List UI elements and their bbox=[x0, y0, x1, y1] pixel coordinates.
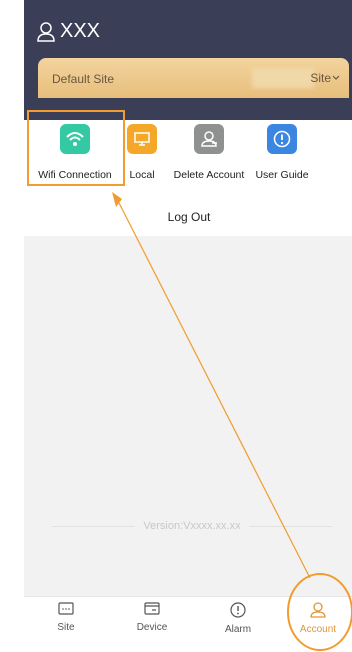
info-bubble-icon bbox=[267, 124, 297, 154]
divider bbox=[248, 525, 333, 527]
divider bbox=[52, 525, 136, 527]
account-header: XXX Default Site Site bbox=[24, 0, 352, 120]
monitor-icon bbox=[127, 124, 157, 154]
user-guide-tile[interactable]: User Guide bbox=[254, 120, 310, 181]
blurred-site-name bbox=[252, 68, 314, 88]
chevron-down-icon bbox=[332, 75, 340, 80]
device-icon bbox=[144, 602, 160, 615]
nav-device[interactable]: Device bbox=[122, 601, 182, 633]
account-icon bbox=[310, 602, 326, 618]
delete-account-tile[interactable]: Delete Account bbox=[170, 120, 248, 181]
version-text: Version:Vxxxx.xx.xx bbox=[143, 520, 241, 532]
alarm-icon bbox=[230, 602, 246, 618]
default-site-label: Default Site bbox=[52, 72, 115, 86]
site-selector-label: Site bbox=[310, 71, 331, 85]
nav-alarm-label: Alarm bbox=[224, 624, 252, 635]
user-name: XXX bbox=[60, 20, 101, 42]
version-row: Version:Vxxxx.xx.xx bbox=[52, 518, 333, 534]
nav-account-label: Account bbox=[299, 624, 337, 635]
user-icon bbox=[37, 21, 55, 42]
user-row: XXX bbox=[36, 20, 100, 43]
user-guide-label: User Guide bbox=[255, 169, 309, 181]
nav-site-label: Site bbox=[57, 622, 75, 633]
local-label: Local bbox=[129, 169, 155, 181]
logout-button[interactable]: Log Out bbox=[24, 198, 352, 236]
highlight-box bbox=[27, 110, 125, 186]
bottom-nav: Site Device Alarm Account bbox=[24, 596, 352, 640]
site-selector[interactable]: Site bbox=[310, 71, 341, 85]
nav-account[interactable]: Account bbox=[288, 601, 348, 635]
user-remove-icon bbox=[194, 124, 224, 154]
nav-site[interactable]: Site bbox=[36, 601, 96, 633]
site-icon bbox=[58, 602, 74, 615]
app-screen: XXX Default Site Site Wifi Connection Lo… bbox=[24, 0, 352, 640]
local-tile[interactable]: Local bbox=[125, 120, 159, 181]
site-card[interactable]: Default Site Site bbox=[38, 58, 349, 98]
delete-account-label: Delete Account bbox=[173, 169, 245, 181]
nav-alarm[interactable]: Alarm bbox=[208, 601, 268, 635]
nav-device-label: Device bbox=[136, 622, 168, 633]
